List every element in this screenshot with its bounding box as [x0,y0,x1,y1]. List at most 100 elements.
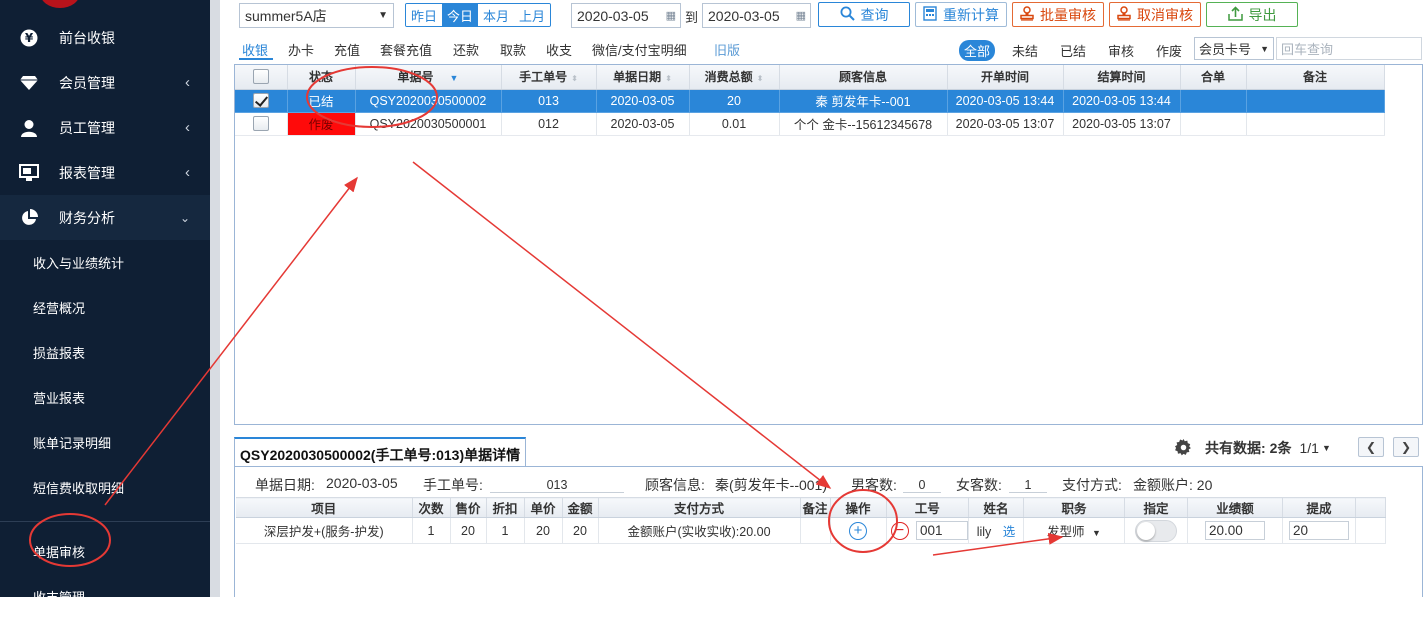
sort-icon: ⬍ [756,74,764,84]
sidebar-subitem-bill-records[interactable]: 账单记录明细 [0,420,210,465]
staff-number-input[interactable]: 001 [915,521,968,540]
sidebar-item-reports[interactable]: 报表管理 ‹ [0,150,210,195]
tab-wechat-alipay[interactable]: 微信/支付宝明细 [592,40,687,59]
quick-date-yesterday[interactable]: 昨日 [406,4,443,26]
total-cell: 0.01 [689,112,780,136]
next-page-button[interactable]: ❯ [1393,437,1419,457]
settle-time-cell: 2020-03-05 13:07 [1063,112,1181,136]
sidebar-subitem-income[interactable]: 收入与业绩统计 [0,240,210,285]
export-button[interactable]: 导出 [1206,2,1298,27]
date-to-value: 2020-03-05 [708,7,780,24]
page-indicator[interactable]: 1/1 [1299,440,1318,456]
manual-number-cell: 013 [501,89,597,113]
sidebar-subitem-business-report[interactable]: 营业报表 [0,375,210,420]
column-header: 项目 [236,497,413,518]
filter-settled[interactable]: 已结 [1060,41,1086,60]
sidebar-item-members[interactable]: 会员管理 ‹ [0,60,210,105]
chevron-left-icon: ‹ [185,164,190,181]
pager: 共有数据: 2条 1/1 ▼ [1205,438,1331,458]
prev-page-button[interactable]: ❮ [1358,437,1384,457]
quick-date-last-month[interactable]: 上月 [514,4,551,26]
member-field-select[interactable]: 会员卡号 ▼ [1194,37,1274,60]
column-header: 折扣 [486,497,525,518]
sidebar-item-label: 会员管理 [59,74,115,91]
select-staff-link[interactable]: 选 [1003,525,1016,539]
sidebar-item-cashier[interactable]: ¥ 前台收银 [0,15,210,60]
quick-date-today[interactable]: 今日 [442,4,479,26]
column-header[interactable]: 开单时间 [947,65,1064,90]
tab-recharge[interactable]: 充值 [334,40,360,59]
column-header[interactable]: 合单 [1180,65,1247,90]
filter-void[interactable]: 作废 [1156,41,1182,60]
sidebar-subitem-profit-loss[interactable]: 损益报表 [0,330,210,375]
bill-number-cell: QSY2020030500002 [355,89,502,113]
filter-audited[interactable]: 审核 [1108,41,1134,60]
row-checkbox-cell[interactable] [235,112,288,136]
commission-input[interactable]: 20 [1288,521,1349,540]
add-staff-icon[interactable]: + [849,521,867,540]
search-icon [840,6,855,24]
sidebar-subitem-overview[interactable]: 经营概况 [0,285,210,330]
column-header[interactable]: 结算时间 [1063,65,1181,90]
quick-date-this-month[interactable]: 本月 [478,4,515,26]
row-checkbox[interactable] [252,116,269,132]
row-checkbox[interactable] [252,93,269,109]
export-button-label: 导出 [1248,6,1277,23]
select-all-checkbox[interactable] [252,69,269,85]
column-header[interactable]: 消费总额 ⬍ [689,65,780,90]
position-cell[interactable]: 发型师 ▼ [1023,517,1125,544]
detail-title-tab[interactable]: QSY2020030500002(手工单号:013)单据详情 [234,437,527,467]
column-header[interactable]: 单据号 ▼ [355,65,502,90]
position-select[interactable]: 发型师 [1047,525,1085,539]
column-header[interactable]: 状态 [287,65,356,90]
table-row[interactable]: 作废 QSY2020030500001 012 2020-03-05 0.01 … [235,112,1385,136]
row-checkbox-cell[interactable] [235,89,288,113]
unit-price-cell: 20 [524,517,563,544]
status-cell: 已结 [287,89,356,113]
column-header[interactable]: 手工单号 ⬍ [501,65,597,90]
performance-input[interactable]: 20.00 [1204,521,1265,540]
tab-package-recharge[interactable]: 套餐充值 [380,40,432,59]
to-label: 到 [685,10,699,25]
commission-cell: 20 [1282,517,1356,544]
column-header[interactable]: 备注 [1246,65,1385,90]
designated-toggle[interactable] [1134,519,1177,542]
sidebar-item-finance[interactable]: 财务分析 ⌄ [0,195,210,240]
query-button[interactable]: 查询 [818,2,910,27]
calculator-icon [923,5,937,24]
store-select[interactable]: summer5A店 ▼ [239,3,394,28]
detail-title: QSY2020030500002(手工单号:013)单据详情 [240,447,521,463]
column-header: 售价 [450,497,487,518]
remove-staff-icon[interactable]: − [890,522,909,540]
export-icon [1227,5,1243,24]
batch-audit-button[interactable]: 批量审核 [1012,2,1104,27]
sidebar-item-staff[interactable]: 员工管理 ‹ [0,105,210,150]
sidebar-border [210,0,220,597]
user-icon [18,118,40,138]
column-header[interactable]: 单据日期 ⬍ [596,65,690,90]
select-all-header[interactable] [235,65,288,90]
tab-income-expense[interactable]: 收支 [546,40,572,59]
gear-icon[interactable] [1175,439,1192,459]
sidebar-subitem-bill-audit[interactable]: 单据审核 [0,529,210,574]
recalculate-button[interactable]: 重新计算 [915,2,1007,27]
caret-down-icon[interactable]: ▼ [1322,443,1331,453]
filter-all[interactable]: 全部 [959,40,996,61]
male-count-field[interactable]: 0 [903,475,941,493]
table-row[interactable]: 已结 QSY2020030500002 013 2020-03-05 20 秦 … [235,89,1385,113]
female-count-field[interactable]: 1 [1009,475,1047,493]
column-header[interactable]: 顾客信息 [779,65,948,90]
tab-card[interactable]: 办卡 [288,40,314,59]
tab-old-version[interactable]: 旧版 [714,40,740,59]
active-tab-indicator [239,58,273,60]
cancel-audit-button[interactable]: 取消审核 [1109,2,1201,27]
date-to-input[interactable]: 2020-03-05 ▦ [702,3,811,28]
tab-withdraw[interactable]: 取款 [500,40,526,59]
tab-cashier[interactable]: 收银 [242,40,268,59]
sidebar-subitem-sms-fees[interactable]: 短信费收取明细 [0,465,210,510]
open-time-cell: 2020-03-05 13:07 [947,112,1064,136]
date-from-input[interactable]: 2020-03-05 ▦ [571,3,681,28]
filter-unsettled[interactable]: 未结 [1012,41,1038,60]
tab-repay[interactable]: 还款 [453,40,479,59]
search-input[interactable]: 回车查询 [1276,37,1422,60]
